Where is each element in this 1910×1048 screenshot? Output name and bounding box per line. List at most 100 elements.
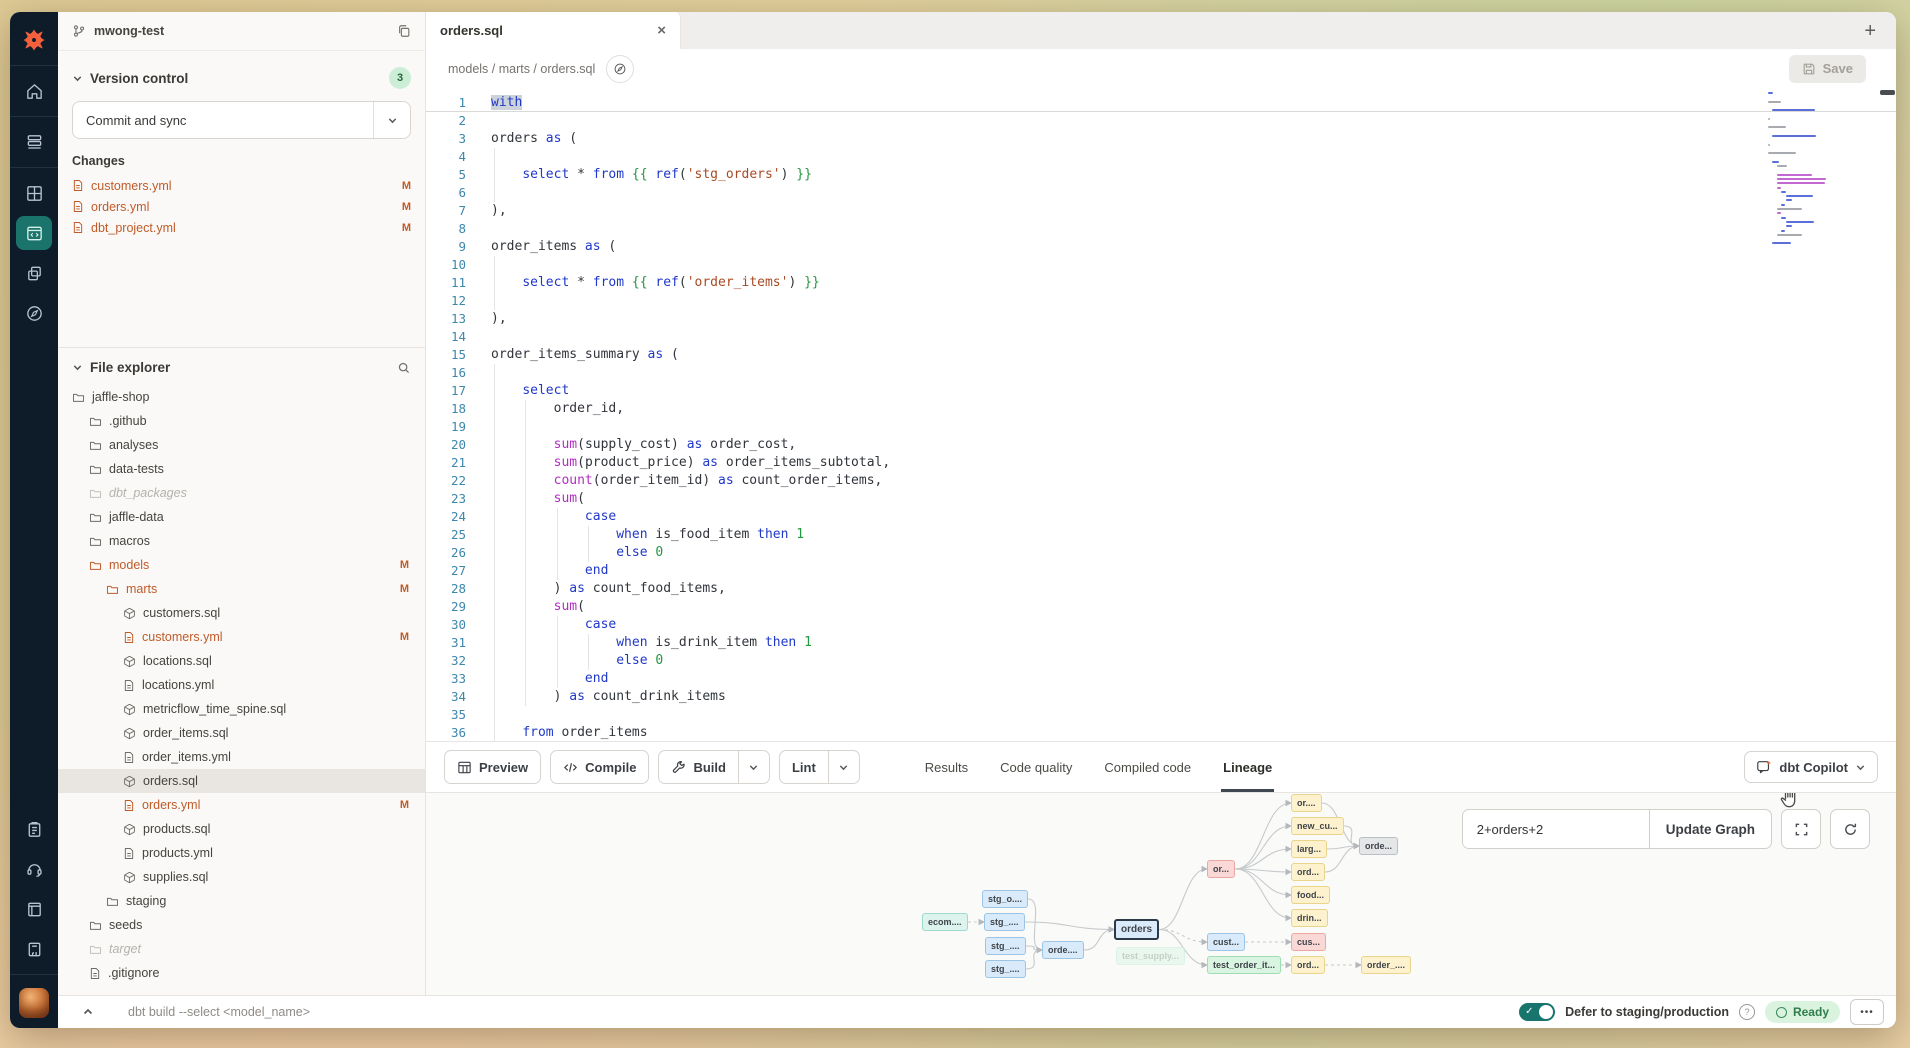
tree-item-order-items.yml[interactable]: order_items.yml <box>58 745 425 769</box>
tab-results[interactable]: Results <box>925 742 968 792</box>
scrollbar-thumb[interactable] <box>1880 90 1895 95</box>
lineage-node-gray[interactable]: orde... <box>1359 837 1398 855</box>
tree-item-customers.sql[interactable]: customers.sql <box>58 601 425 625</box>
dbt-copilot-button[interactable]: dbt Copilot <box>1744 751 1878 783</box>
minimap[interactable] <box>1768 92 1880 251</box>
tree-item-analyses[interactable]: analyses <box>58 433 425 457</box>
tab-compiled-code[interactable]: Compiled code <box>1104 742 1191 792</box>
defer-toggle[interactable]: ✓ <box>1519 1003 1555 1021</box>
tree-item-locations.yml[interactable]: locations.yml <box>58 673 425 697</box>
lineage-node-ecom[interactable]: ecom.... <box>922 913 968 931</box>
explore-compass-icon[interactable] <box>16 296 52 330</box>
lineage-node-y2[interactable]: new_cu... <box>1291 817 1344 835</box>
tree-item-jaffle-data[interactable]: jaffle-data <box>58 505 425 529</box>
develop-editor-icon[interactable] <box>16 216 52 250</box>
lineage-node-y1[interactable]: or.... <box>1291 794 1322 812</box>
tree-item-models[interactable]: modelsM <box>58 553 425 577</box>
lineage-selector-input[interactable] <box>1463 810 1650 848</box>
lineage-node-y4[interactable]: ord... <box>1291 863 1325 881</box>
copy-icon[interactable] <box>397 24 411 38</box>
lint-options-caret[interactable] <box>828 751 859 783</box>
minimap-line <box>1772 161 1779 163</box>
tree-item-data-tests[interactable]: data-tests <box>58 457 425 481</box>
tree-item-dbt-packages[interactable]: dbt_packages <box>58 481 425 505</box>
more-options-button[interactable]: ••• <box>1850 999 1884 1025</box>
lineage-node-ordi[interactable]: orde.... <box>1042 941 1084 959</box>
tree-item-locations.sql[interactable]: locations.sql <box>58 649 425 673</box>
tree-item-products.yml[interactable]: products.yml <box>58 841 425 865</box>
commit-and-sync-button[interactable]: Commit and sync <box>72 101 411 139</box>
tree-item-order-items.sql[interactable]: order_items.sql <box>58 721 425 745</box>
changelog-icon[interactable] <box>16 932 52 966</box>
lineage-panel[interactable]: Update Graph ecom....stg_o....stg_....st… <box>426 793 1896 995</box>
tree-item-orders.sql[interactable]: orders.sql <box>58 769 425 793</box>
update-graph-button[interactable]: Update Graph <box>1650 810 1771 848</box>
lineage-node-orders[interactable]: orders <box>1114 919 1159 940</box>
tree-item-seeds[interactable]: seeds <box>58 913 425 937</box>
new-tab-plus-icon[interactable]: + <box>1864 21 1876 41</box>
fullscreen-icon[interactable] <box>1781 809 1821 849</box>
home-icon[interactable] <box>16 74 52 108</box>
tree-item-marts[interactable]: martsM <box>58 577 425 601</box>
file-explorer-header[interactable]: File explorer <box>58 350 425 385</box>
search-icon[interactable] <box>397 361 411 375</box>
compile-button[interactable]: Compile <box>550 750 649 784</box>
build-options-caret[interactable] <box>738 751 769 783</box>
orchestrate-icon[interactable] <box>16 256 52 290</box>
lineage-node-stg2[interactable]: stg_.... <box>984 913 1025 931</box>
tab-code-quality[interactable]: Code quality <box>1000 742 1072 792</box>
tasks-clipboard-icon[interactable] <box>16 812 52 846</box>
minimap-line <box>1777 182 1825 184</box>
save-button[interactable]: Save <box>1789 55 1866 83</box>
tree-item-customers.yml[interactable]: customers.ymlM <box>58 625 425 649</box>
tree-item-.github[interactable]: .github <box>58 409 425 433</box>
tree-item-macros[interactable]: macros <box>58 529 425 553</box>
tree-item-.gitignore[interactable]: .gitignore <box>58 961 425 985</box>
apps-grid-icon[interactable] <box>16 176 52 210</box>
tab-lineage[interactable]: Lineage <box>1223 742 1272 792</box>
support-headset-icon[interactable] <box>16 852 52 886</box>
dbt-logo-icon[interactable] <box>16 23 52 57</box>
version-control-title: Version control <box>90 71 188 86</box>
preview-button[interactable]: Preview <box>444 750 541 784</box>
lineage-node-y7[interactable]: ord... <box>1291 956 1325 974</box>
lineage-node-cust[interactable]: cust... <box>1207 933 1245 951</box>
lint-button[interactable]: Lint <box>779 750 860 784</box>
lineage-node-y5[interactable]: food... <box>1291 886 1330 904</box>
open-in-explorer-compass-icon[interactable] <box>606 55 634 83</box>
tree-item-metricflow-time-spine.sql[interactable]: metricflow_time_spine.sql <box>58 697 425 721</box>
lineage-node-y3[interactable]: larg... <box>1291 840 1327 858</box>
lineage-node-stg3[interactable]: stg_.... <box>985 937 1026 955</box>
lineage-node-y6[interactable]: drin... <box>1291 909 1328 927</box>
changed-file-row[interactable]: dbt_project.ymlM <box>72 217 411 238</box>
commit-options-caret[interactable] <box>373 102 410 138</box>
dbt-command-input[interactable] <box>126 1004 1509 1020</box>
user-avatar[interactable] <box>19 988 49 1018</box>
tree-item-jaffle-shop[interactable]: jaffle-shop <box>58 385 425 409</box>
lineage-node-y8[interactable]: order_.... <box>1361 956 1411 974</box>
help-question-icon[interactable]: ? <box>1739 1004 1755 1020</box>
tree-item-staging[interactable]: staging <box>58 889 425 913</box>
lineage-node-stg1[interactable]: stg_o.... <box>982 890 1028 908</box>
tree-item-target[interactable]: target <box>58 937 425 961</box>
version-control-header[interactable]: Version control 3 <box>72 57 411 99</box>
tree-item-products.sql[interactable]: products.sql <box>58 817 425 841</box>
docs-book-icon[interactable] <box>16 892 52 926</box>
lineage-node-cusp[interactable]: cus... <box>1291 933 1326 951</box>
lineage-node-toi[interactable]: test_order_it... <box>1207 956 1281 974</box>
tab-orders-sql[interactable]: orders.sql × <box>426 12 681 49</box>
tree-item-supplies.sql[interactable]: supplies.sql <box>58 865 425 889</box>
file-icon <box>72 179 84 192</box>
refresh-icon[interactable] <box>1830 809 1870 849</box>
changed-file-row[interactable]: customers.ymlM <box>72 175 411 196</box>
build-button[interactable]: Build <box>658 750 770 784</box>
deploy-stack-icon[interactable] <box>16 125 52 159</box>
indent-guide <box>494 148 495 202</box>
tree-item-orders.yml[interactable]: orders.ymlM <box>58 793 425 817</box>
code-editor[interactable]: 1with23orders as (45 select * from {{ re… <box>426 88 1896 741</box>
close-icon[interactable]: × <box>657 23 666 38</box>
changed-file-row[interactable]: orders.ymlM <box>72 196 411 217</box>
lineage-node-stg4[interactable]: stg_.... <box>985 960 1026 978</box>
chevron-up-icon[interactable] <box>82 1006 94 1018</box>
lineage-node-orp[interactable]: or... <box>1207 860 1235 878</box>
